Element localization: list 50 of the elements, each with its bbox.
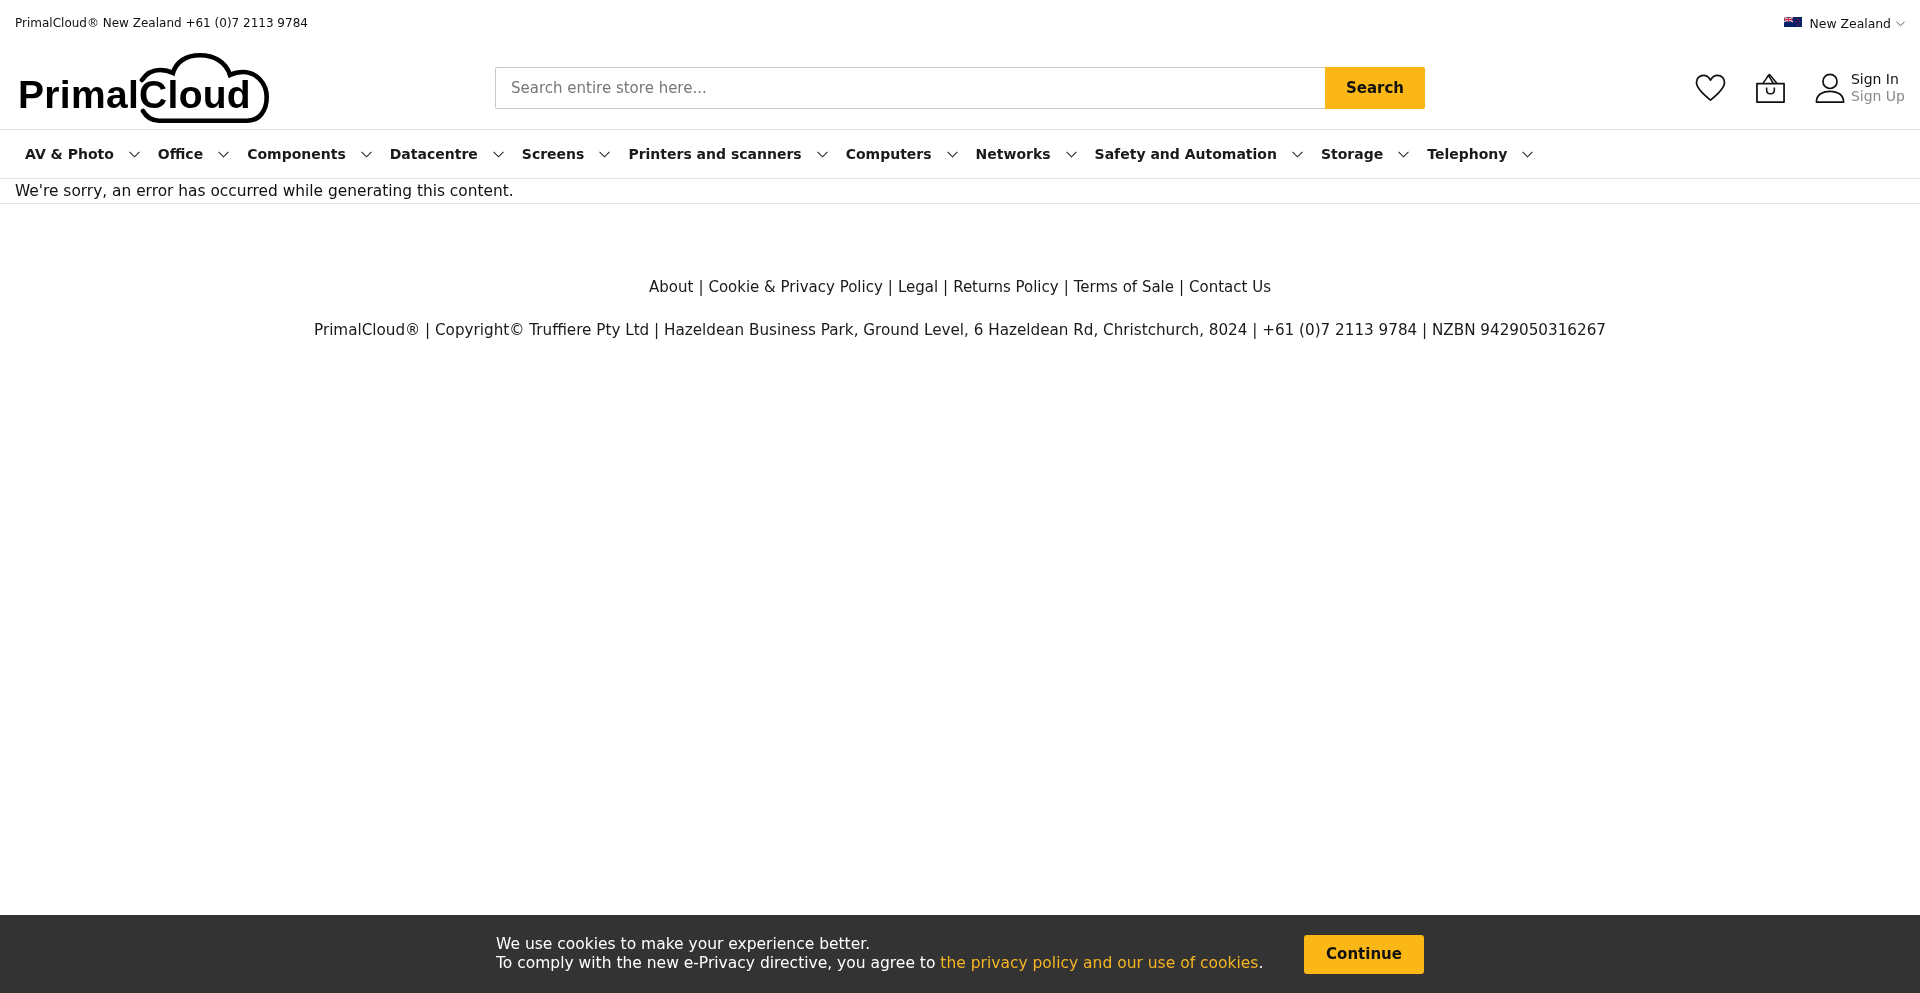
search-button[interactable]: Search bbox=[1325, 66, 1425, 109]
footer-link[interactable]: Contact Us bbox=[1189, 278, 1271, 296]
cookie-notice: We use cookies to make your experience better. To comply with the new e-Privacy directive, you agree to the privacy policy and our use of cookies. bbox=[496, 935, 1264, 973]
nav-menu-item[interactable]: Datacentre bbox=[379, 146, 512, 162]
flag-icon bbox=[1783, 17, 1802, 27]
chevron-down-icon bbox=[128, 150, 140, 158]
company-info: PrimalCloud® | Copyright© Truffiere Pty Ltd | Hazeldean Business Park, Ground Level, 6 Hazeldean Rd, Christchurch, 8024 | +61 (0)7 2113 9784 | NZBN 9429050316267 bbox=[314, 321, 1606, 339]
privacy-policy-link[interactable]: the privacy policy and our use of cookies bbox=[940, 954, 1259, 972]
link-separator: | bbox=[943, 278, 949, 296]
nav-menu-item[interactable]: AV & Photo bbox=[15, 146, 148, 162]
chevron-down-icon bbox=[599, 150, 611, 158]
nav-menu-item[interactable]: Telephony bbox=[1417, 146, 1542, 162]
footer-link[interactable]: Cookie & Privacy Policy bbox=[708, 278, 883, 296]
region-selector[interactable]: New Zealand bbox=[1783, 15, 1905, 31]
nav-menu-item[interactable]: Networks bbox=[965, 146, 1085, 162]
footer-link[interactable]: About bbox=[649, 278, 694, 296]
link-separator: | bbox=[887, 278, 893, 296]
footer-link[interactable]: Returns Policy bbox=[953, 278, 1059, 296]
shopping-bag-icon[interactable] bbox=[1754, 72, 1786, 103]
chevron-down-icon bbox=[1522, 150, 1534, 158]
sign-in-link[interactable]: Sign In bbox=[1850, 70, 1905, 88]
chevron-down-icon bbox=[946, 150, 958, 158]
contact-info: PrimalCloud® New Zealand +61 (0)7 2113 9784 bbox=[15, 16, 308, 30]
footer-link[interactable]: Legal bbox=[897, 278, 939, 296]
nav-menu-item[interactable]: Printers and scanners bbox=[618, 146, 836, 162]
chevron-down-icon bbox=[1398, 150, 1410, 158]
caret-icon bbox=[1896, 21, 1905, 27]
sign-up-link[interactable]: Sign Up bbox=[1850, 87, 1905, 105]
nav-menu-item[interactable]: Screens bbox=[511, 146, 619, 162]
footer-link[interactable]: Terms of Sale bbox=[1073, 278, 1174, 296]
chevron-down-icon bbox=[816, 150, 828, 158]
chevron-down-icon bbox=[360, 150, 372, 158]
error-message: We're sorry, an error has occurred while generating this content. bbox=[15, 182, 514, 200]
search-field[interactable]: Search entire store here... bbox=[495, 66, 1325, 109]
chevron-down-icon bbox=[1291, 150, 1303, 158]
logo[interactable]: PrimalCloud bbox=[18, 52, 270, 123]
heart-icon[interactable] bbox=[1694, 73, 1726, 102]
nav-menu-item[interactable]: Storage bbox=[1310, 146, 1418, 162]
chevron-down-icon bbox=[1065, 150, 1077, 158]
nav-menu-item[interactable]: Computers bbox=[835, 146, 966, 162]
link-separator: | bbox=[1179, 278, 1185, 296]
chevron-down-icon bbox=[218, 150, 230, 158]
chevron-down-icon bbox=[492, 150, 504, 158]
nav-menu-item[interactable]: Safety and Automation bbox=[1084, 146, 1311, 162]
nav-menu-item[interactable]: Office bbox=[147, 146, 238, 162]
nav-menu-item[interactable]: Components bbox=[237, 146, 380, 162]
user-icon[interactable] bbox=[1814, 72, 1845, 103]
continue-button[interactable]: Continue bbox=[1304, 934, 1424, 974]
link-separator: | bbox=[1063, 278, 1069, 296]
link-separator: | bbox=[698, 278, 704, 296]
